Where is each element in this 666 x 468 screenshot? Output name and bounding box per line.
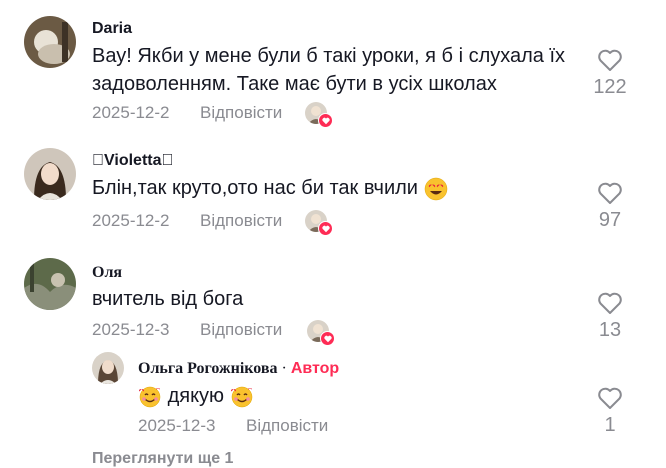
like-count: 97 — [598, 209, 622, 231]
like-count: 1 — [604, 414, 616, 436]
reply-date: 2025-12-3 — [138, 416, 216, 435]
reply-author-name[interactable]: Ольга Рогожнікова — [138, 360, 278, 377]
reply-text-content: дякую — [167, 385, 225, 407]
reply-button[interactable]: Відповісти — [200, 320, 282, 340]
heart-badge-icon — [320, 331, 335, 346]
comment-date: 2025-12-2 — [92, 211, 170, 230]
heart-outline-icon[interactable] — [597, 48, 623, 72]
reply-button[interactable]: Відповісти — [200, 103, 282, 123]
like-count: 122 — [593, 76, 627, 98]
like-group: 13 — [588, 291, 632, 342]
avatar[interactable] — [24, 16, 76, 68]
avatar[interactable] — [24, 148, 76, 200]
comment-meta: 2025-12-3 Відповісти — [92, 320, 282, 340]
comment-text: вчитель від бога — [92, 288, 244, 310]
smiling-face-with-hearts-icon — [139, 386, 161, 407]
comment-text-content: Блін,так круто,ото нас би так вчили — [92, 177, 418, 199]
comment-meta: 2025-12-2 Відповісти — [92, 211, 282, 231]
reply-meta: 2025-12-3 Відповісти — [138, 416, 328, 436]
smiling-face-with-hearts-icon — [230, 386, 252, 407]
heart-badge-icon — [318, 221, 333, 236]
creator-liked-badge — [305, 210, 333, 236]
author-badge: Автор — [290, 360, 340, 377]
comment-date: 2025-12-2 — [92, 103, 170, 122]
avatar[interactable] — [92, 352, 124, 384]
like-group: 122 — [588, 48, 632, 99]
heart-outline-icon[interactable] — [597, 386, 623, 410]
comment-text: Вау! Якби у мене були б такі уроки, я б … — [92, 45, 566, 95]
comment-author[interactable]:  Violetta  — [92, 152, 174, 170]
like-group: 97 — [588, 181, 632, 232]
like-group: 1 — [588, 386, 632, 437]
reply-button[interactable]: Відповісти — [246, 416, 328, 436]
heart-outline-icon[interactable] — [597, 291, 623, 315]
heart-outline-icon[interactable] — [597, 181, 623, 205]
comment-author[interactable]: Оля — [92, 264, 122, 282]
avatar[interactable] — [24, 258, 76, 310]
reply-text: дякую — [138, 382, 558, 410]
reply-author[interactable]: Ольга Рогожнікова · Автор — [138, 360, 339, 378]
view-more-replies-button[interactable]: Переглянути ще 1 — [92, 450, 233, 468]
comment-text: Блін,так круто,ото нас би так вчили — [92, 174, 572, 202]
comment-date: 2025-12-3 — [92, 320, 170, 339]
creator-liked-badge — [305, 102, 333, 128]
comment-meta: 2025-12-2 Відповісти — [92, 103, 282, 123]
heart-eyes-icon — [424, 177, 447, 200]
reply-button[interactable]: Відповісти — [200, 211, 282, 231]
heart-badge-icon — [318, 113, 333, 128]
comment-author[interactable]: Daria — [92, 20, 132, 38]
creator-liked-badge — [307, 320, 335, 346]
separator-dot: · — [281, 360, 287, 377]
like-count: 13 — [598, 319, 622, 341]
